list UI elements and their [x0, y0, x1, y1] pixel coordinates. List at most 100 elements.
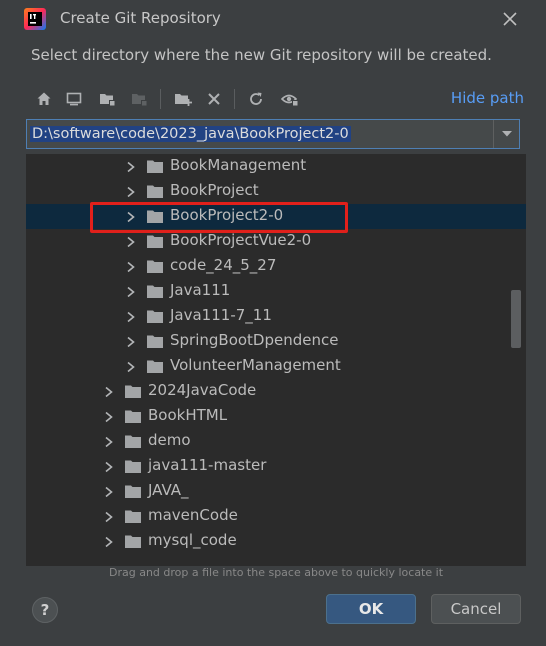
chevron-right-icon[interactable] [126, 311, 136, 323]
delete-icon [208, 93, 220, 105]
path-text: D:\software\code\2023_java\BookProject2-… [30, 126, 351, 142]
tree-item-label: Java111 [170, 281, 231, 299]
desktop-button[interactable] [62, 86, 86, 112]
ok-button[interactable]: OK [326, 594, 416, 624]
tree-item-label: mysql_code [148, 531, 237, 549]
tree-scrollbar-thumb[interactable] [511, 290, 521, 348]
chevron-right-icon[interactable] [104, 411, 114, 423]
folder-icon [147, 260, 163, 273]
tree-item-label: Java111-7_11 [170, 306, 272, 324]
chevron-right-icon[interactable] [126, 361, 136, 373]
intellij-app-icon [24, 8, 46, 30]
tree-row[interactable]: BookProject2-0 [26, 204, 526, 229]
tree-row[interactable]: mavenCode [26, 504, 526, 529]
folder-icon [147, 285, 163, 298]
directory-tree[interactable]: BookManagement BookProject BookProject2-0 B… [26, 154, 526, 566]
tree-row[interactable]: VolunteerManagement [26, 354, 526, 379]
tree-row[interactable]: JAVA_ [26, 479, 526, 504]
chevron-right-icon[interactable] [126, 211, 136, 223]
tree-item-label: demo [148, 431, 191, 449]
dialog-description: Select directory where the new Git repos… [31, 46, 492, 64]
folder-icon [125, 410, 141, 423]
tree-row[interactable]: BookHTML [26, 404, 526, 429]
home-button[interactable] [32, 86, 56, 112]
folder-icon [147, 360, 163, 373]
delete-button[interactable] [202, 86, 226, 112]
tree-row[interactable]: SpringBootDpendence [26, 329, 526, 354]
folder-icon [147, 210, 163, 223]
tree-item-label: BookProject [170, 181, 259, 199]
drag-drop-hint: Drag and drop a file into the space abov… [108, 566, 444, 579]
tree-item-label: 2024JavaCode [148, 381, 257, 399]
tree-item-label: VolunteerManagement [170, 356, 341, 374]
tree-item-label: BookHTML [148, 406, 228, 424]
toolbar-separator [234, 89, 235, 109]
chevron-right-icon[interactable] [104, 486, 114, 498]
tree-item-label: mavenCode [148, 506, 238, 524]
folder-icon [125, 535, 141, 548]
folder-icon [147, 185, 163, 198]
module-folder-icon [132, 94, 147, 106]
tree-row[interactable]: mysql_code [26, 529, 526, 554]
desktop-icon [66, 92, 82, 106]
path-input[interactable]: D:\software\code\2023_java\BookProject2-… [30, 123, 493, 145]
chevron-right-icon[interactable] [104, 436, 114, 448]
chevron-right-icon[interactable] [126, 261, 136, 273]
tree-item-label: BookProject2-0 [170, 206, 284, 224]
cancel-button[interactable]: Cancel [431, 594, 521, 624]
folder-icon [147, 160, 163, 173]
project-folder-icon [100, 94, 115, 106]
path-dropdown-button[interactable] [494, 120, 520, 148]
folder-icon [147, 235, 163, 248]
tree-row[interactable]: 2024JavaCode [26, 379, 526, 404]
chevron-right-icon[interactable] [126, 186, 136, 198]
chevron-right-icon[interactable] [104, 461, 114, 473]
chevron-right-icon[interactable] [104, 511, 114, 523]
help-icon: ? [40, 601, 50, 619]
chevron-right-icon[interactable] [126, 236, 136, 248]
new-folder-button[interactable] [172, 86, 196, 112]
chevron-down-icon [502, 131, 512, 137]
tree-row[interactable]: Java111-7_11 [26, 304, 526, 329]
refresh-button[interactable] [244, 86, 268, 112]
hide-path-link[interactable]: Hide path [451, 89, 524, 107]
folder-icon [125, 385, 141, 398]
window-title: Create Git Repository [60, 9, 221, 27]
title-bar: Create Git Repository [0, 0, 546, 38]
tree-row[interactable]: BookProjectVue2-0 [26, 229, 526, 254]
folder-icon [125, 435, 141, 448]
tree-row[interactable]: java111-master [26, 454, 526, 479]
show-hidden-icon [281, 94, 298, 106]
folder-icon [147, 335, 163, 348]
tree-row[interactable]: demo [26, 429, 526, 454]
tree-item-label: BookProjectVue2-0 [170, 231, 312, 249]
tree-item-label: SpringBootDpendence [170, 331, 339, 349]
folder-icon [125, 460, 141, 473]
module-folder-button[interactable] [128, 86, 152, 112]
tree-item-label: code_24_5_27 [170, 256, 277, 274]
close-icon[interactable] [500, 9, 520, 29]
tree-row[interactable]: BookProject [26, 179, 526, 204]
tree-row[interactable]: code_24_5_27 [26, 254, 526, 279]
chevron-right-icon[interactable] [126, 336, 136, 348]
refresh-icon [250, 92, 262, 105]
new-folder-icon [175, 94, 192, 106]
chevron-right-icon[interactable] [126, 286, 136, 298]
chevron-right-icon[interactable] [104, 386, 114, 398]
folder-icon [125, 510, 141, 523]
tree-item-label: JAVA_ [148, 481, 189, 499]
tree-row[interactable]: BookManagement [26, 154, 526, 179]
home-icon [37, 92, 51, 105]
toolbar-separator [160, 89, 161, 109]
path-combobox[interactable]: D:\software\code\2023_java\BookProject2-… [26, 119, 520, 149]
show-hidden-button[interactable] [278, 86, 302, 112]
tree-item-label: BookManagement [170, 156, 307, 174]
project-folder-button[interactable] [96, 86, 120, 112]
tree-row[interactable]: Java111 [26, 279, 526, 304]
folder-icon [147, 310, 163, 323]
chevron-right-icon[interactable] [104, 536, 114, 548]
chevron-right-icon[interactable] [126, 161, 136, 173]
help-button[interactable]: ? [32, 597, 58, 623]
tree-item-label: java111-master [148, 456, 267, 474]
folder-icon [125, 485, 141, 498]
